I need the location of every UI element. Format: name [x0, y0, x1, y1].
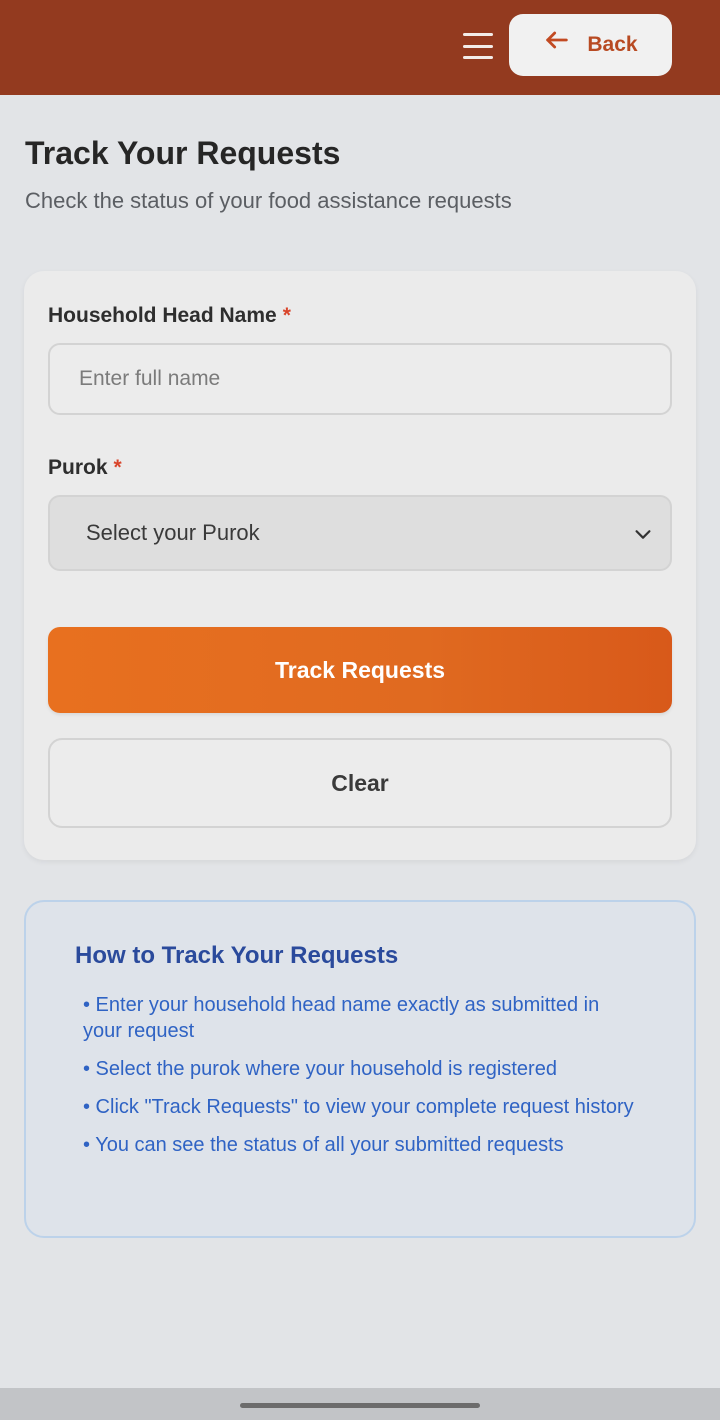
- track-requests-button[interactable]: Track Requests: [48, 627, 672, 713]
- purok-label: Purok *: [48, 456, 122, 480]
- chevron-down-icon: [635, 530, 651, 539]
- back-button[interactable]: Back: [509, 14, 672, 76]
- purok-label-text: Purok: [48, 456, 108, 479]
- home-indicator[interactable]: [240, 1403, 480, 1408]
- household-name-input[interactable]: [48, 343, 672, 415]
- required-marker: *: [113, 456, 122, 479]
- purok-select-value: Select your Purok: [86, 520, 260, 545]
- list-item: • Click "Track Requests" to view your co…: [83, 1096, 634, 1118]
- help-info-box: How to Track Your Requests • Enter your …: [24, 900, 696, 1238]
- hamburger-menu-icon[interactable]: [459, 28, 497, 64]
- list-item: • You can see the status of all your sub…: [83, 1134, 564, 1156]
- arrow-left-icon: [546, 31, 569, 49]
- list-item: • Select the purok where your household …: [83, 1058, 557, 1080]
- household-name-label: Household Head Name *: [48, 304, 291, 328]
- required-marker: *: [282, 304, 291, 327]
- household-name-label-text: Household Head Name: [48, 304, 277, 327]
- page-subtitle: Check the status of your food assistance…: [25, 188, 512, 213]
- page-title: Track Your Requests: [25, 135, 341, 171]
- list-item: • Enter your household head name exactly…: [83, 994, 600, 1042]
- help-info-list: • Enter your household head name exactly…: [83, 992, 643, 1170]
- top-app-bar: Back: [0, 0, 720, 95]
- help-info-title: How to Track Your Requests: [75, 942, 399, 969]
- clear-button[interactable]: Clear: [48, 738, 672, 828]
- track-form-card: Household Head Name* Purok* Select your …: [24, 271, 696, 860]
- back-button-label: Back: [587, 33, 638, 56]
- purok-select[interactable]: Select your Purok: [48, 495, 672, 571]
